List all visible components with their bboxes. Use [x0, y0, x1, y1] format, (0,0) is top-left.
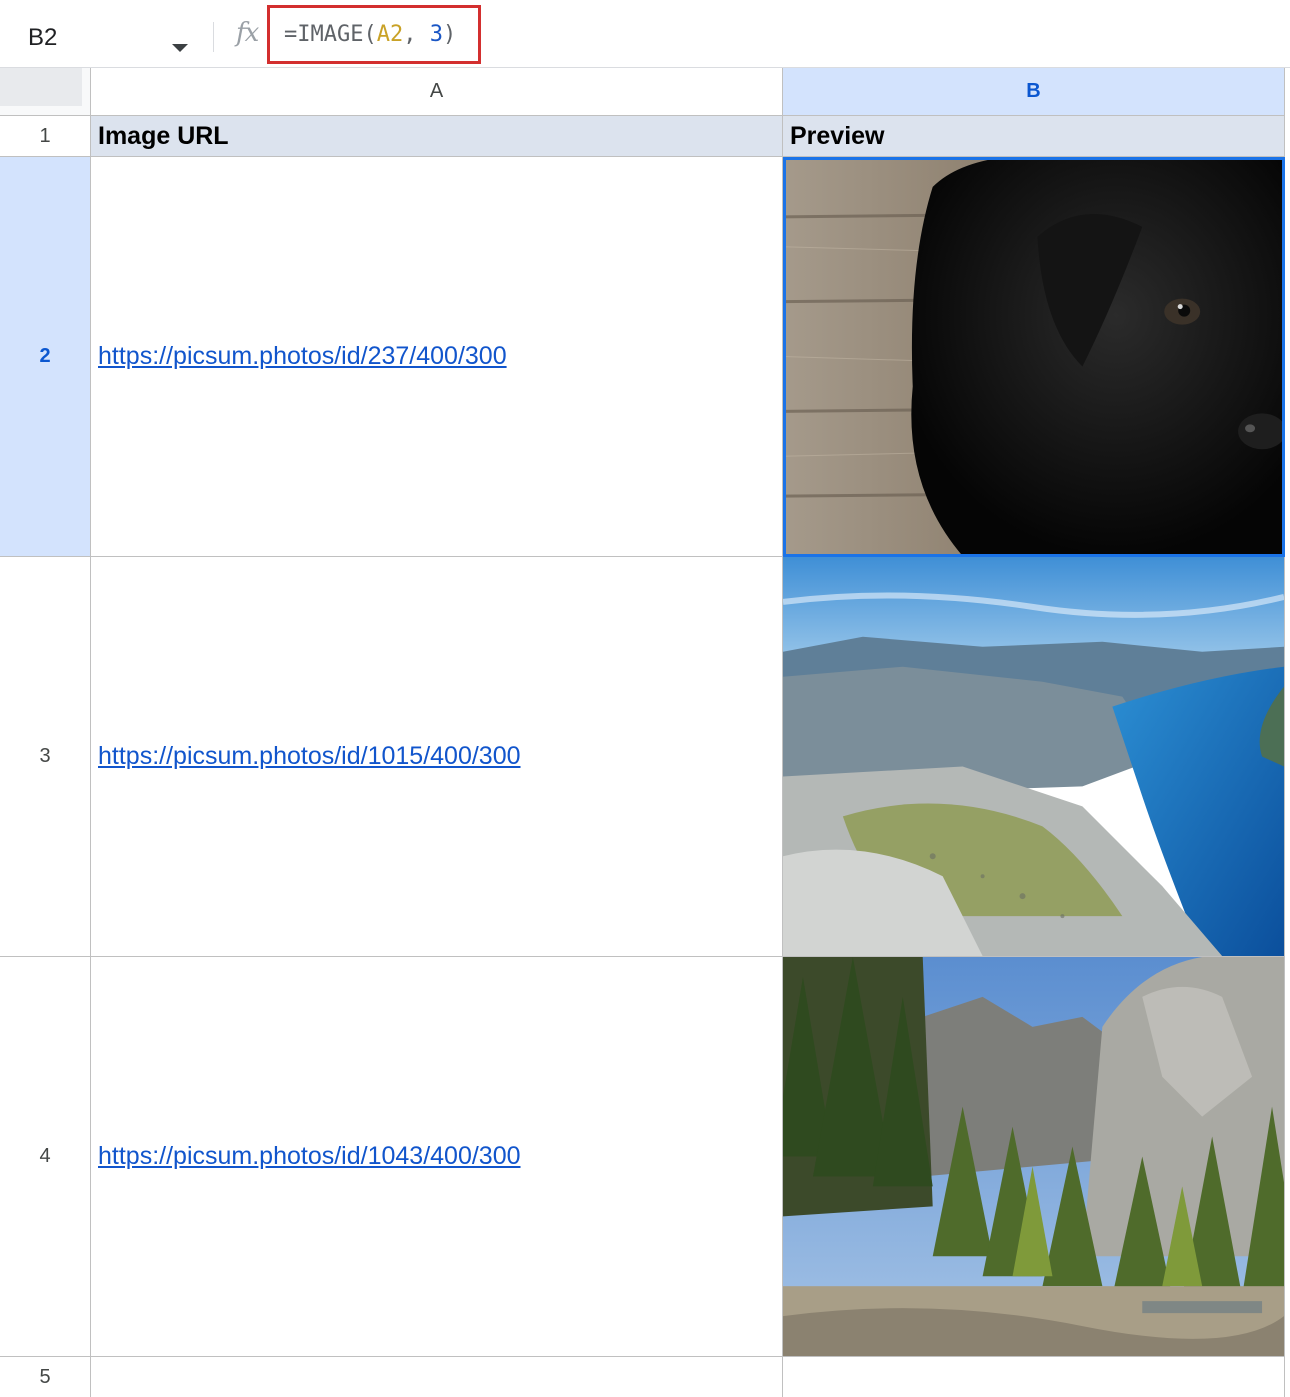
select-all-corner[interactable] [0, 68, 91, 116]
column-header-a[interactable]: A [91, 68, 783, 116]
corner-fill [0, 68, 82, 106]
url-link[interactable]: https://picsum.photos/id/1015/400/300 [98, 742, 521, 771]
row-header-4[interactable]: 4 [0, 957, 91, 1357]
row-header-5[interactable]: 5 [0, 1357, 91, 1397]
formula-number: 3 [429, 22, 443, 47]
cell-b2-image[interactable] [783, 157, 1285, 557]
forest-valley-image [783, 957, 1284, 1356]
cell-b1[interactable]: Preview [783, 116, 1285, 157]
formula-highlight-box: =IMAGE(A2, 3) [267, 5, 481, 64]
cell-a4[interactable]: https://picsum.photos/id/1043/400/300 [91, 957, 783, 1357]
cell-b5[interactable] [783, 1357, 1285, 1397]
column-header-b[interactable]: B [783, 68, 1285, 116]
black-puppy-image [783, 157, 1284, 556]
url-link[interactable]: https://picsum.photos/id/237/400/300 [98, 342, 507, 371]
name-box-value: B2 [28, 24, 58, 51]
row-header-2[interactable]: 2 [0, 157, 91, 557]
formula-suffix: ) [442, 22, 457, 47]
row-header-1[interactable]: 1 [0, 116, 91, 157]
cell-a3[interactable]: https://picsum.photos/id/1015/400/300 [91, 557, 783, 957]
url-link[interactable]: https://picsum.photos/id/1043/400/300 [98, 1142, 521, 1171]
row-header-3[interactable]: 3 [0, 557, 91, 957]
formula-ref: A2 [376, 22, 404, 47]
chevron-down-icon[interactable] [172, 44, 188, 52]
cell-b3-image[interactable] [783, 557, 1285, 957]
formula-input[interactable]: =IMAGE(A2, 3) [284, 22, 456, 47]
cell-a1[interactable]: Image URL [91, 116, 783, 157]
formula-bar: B2 fx =IMAGE(A2, 3) [0, 0, 1290, 68]
fjord-landscape-image [783, 557, 1284, 956]
cell-a2[interactable]: https://picsum.photos/id/237/400/300 [91, 157, 783, 557]
cell-a5[interactable] [91, 1357, 783, 1397]
name-box[interactable]: B2 [0, 10, 212, 66]
formula-bar-divider [213, 22, 214, 52]
fx-icon: fx [236, 18, 259, 48]
cell-b4-image[interactable] [783, 957, 1285, 1357]
formula-prefix: =IMAGE( [284, 22, 377, 47]
formula-sep: , [403, 22, 430, 47]
